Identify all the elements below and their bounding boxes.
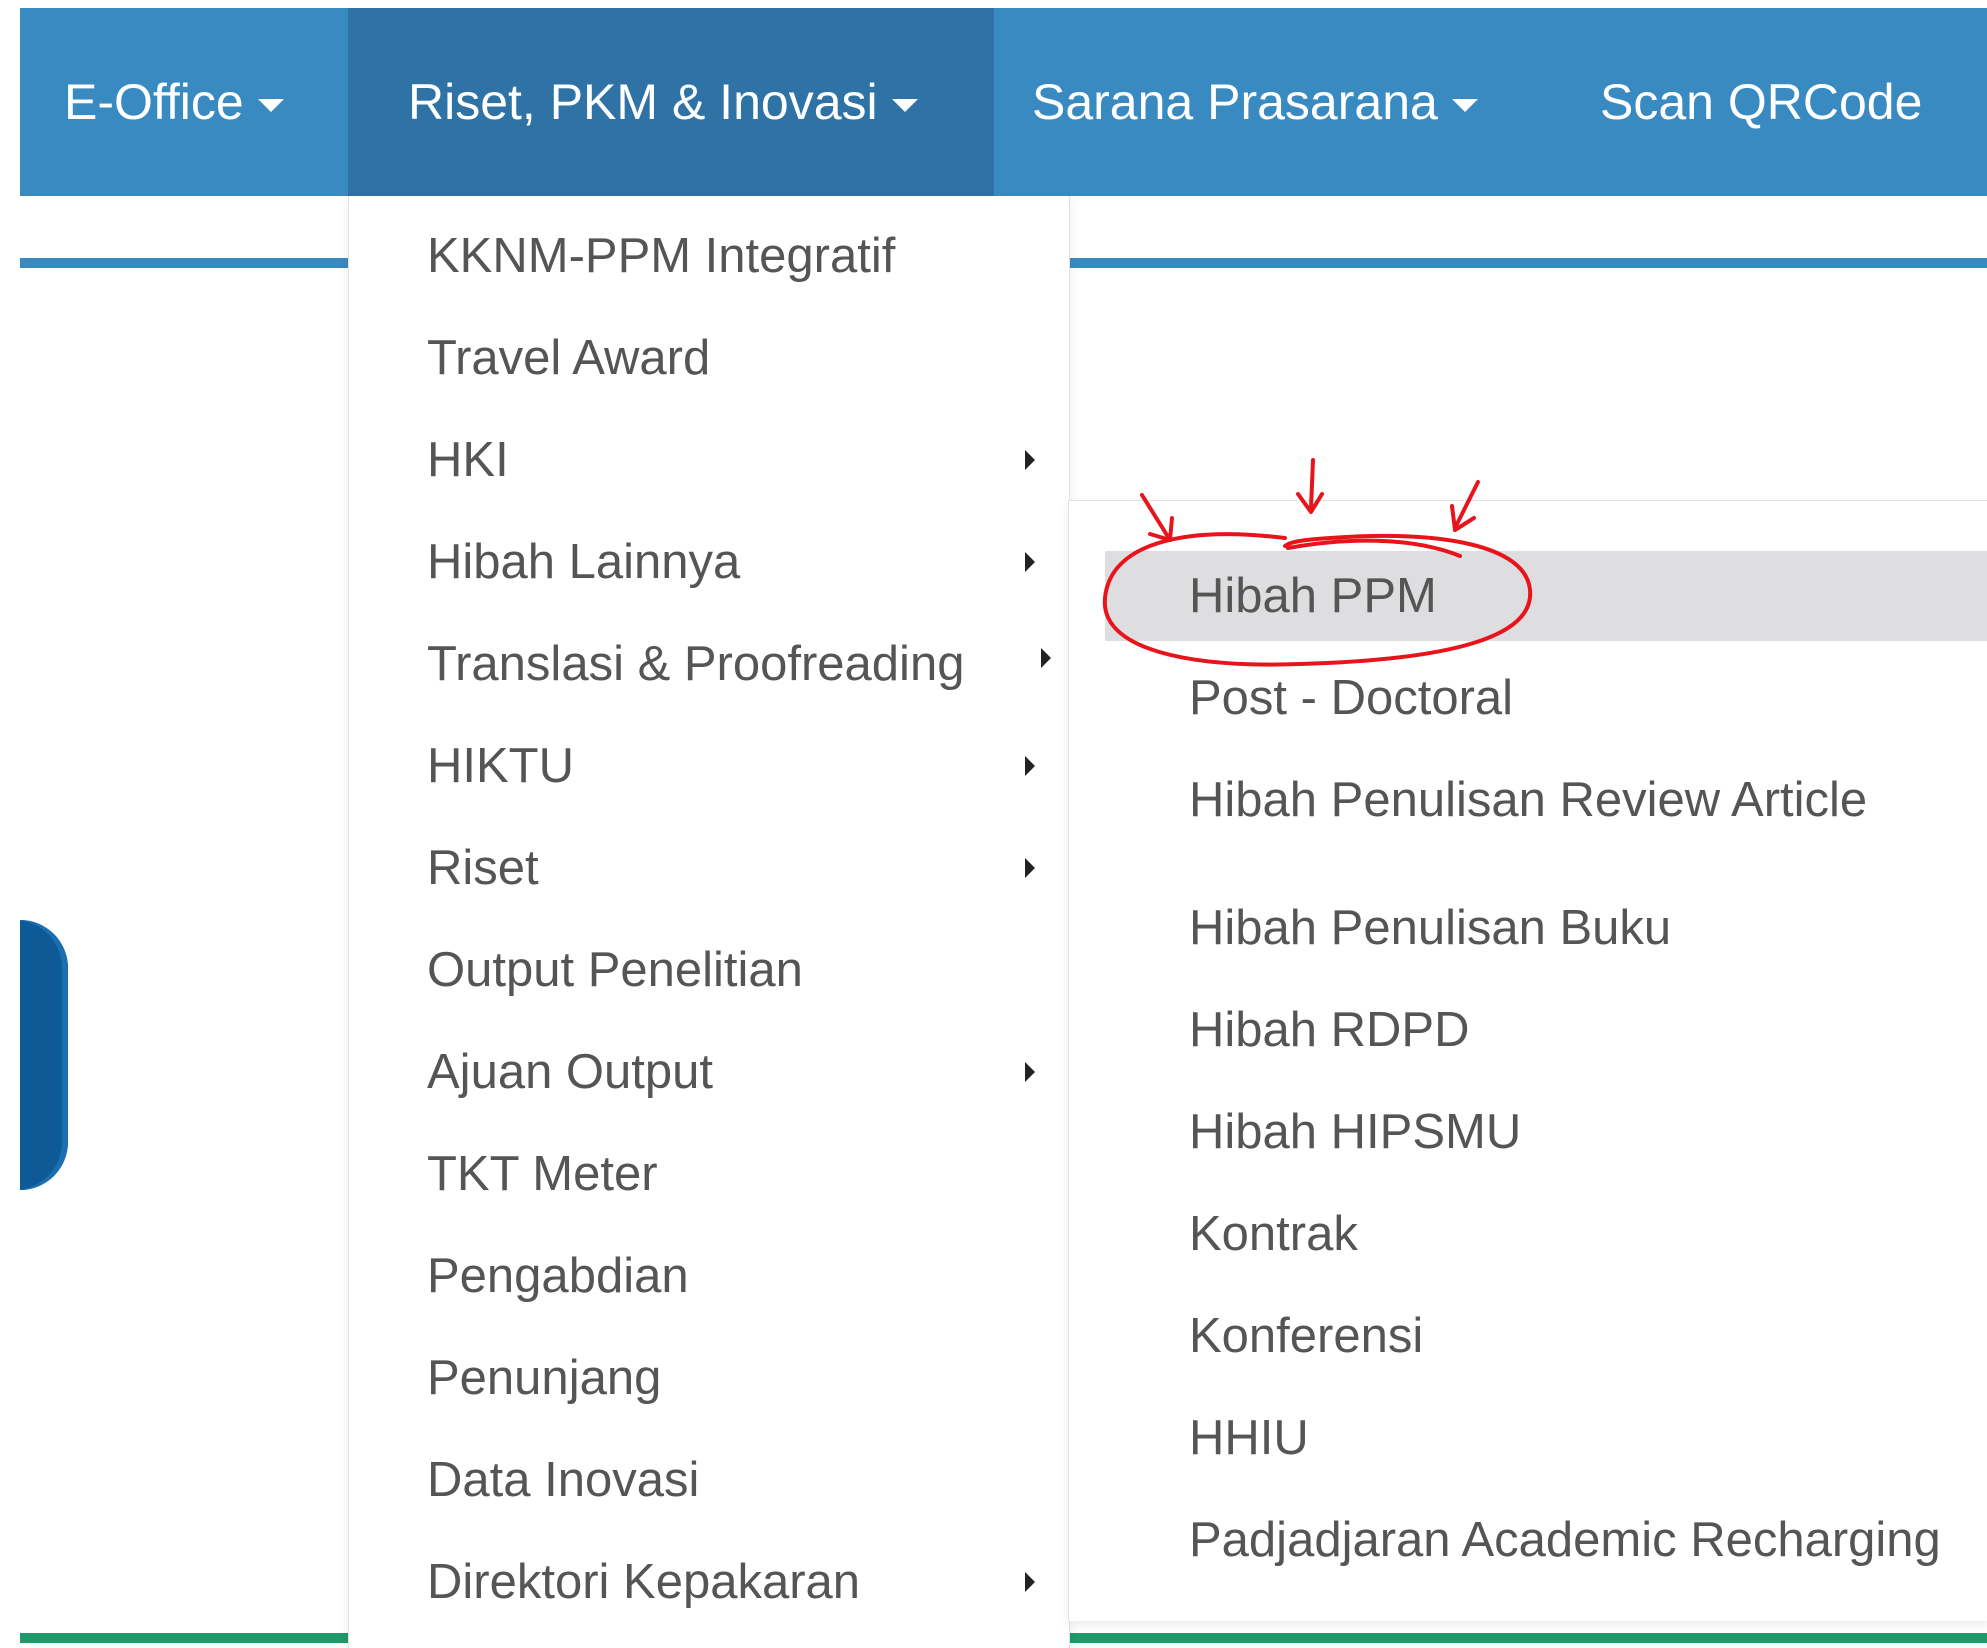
menu-item-label: Riset	[427, 841, 539, 895]
dropdown-riset-menu: KKNM-PPM Integratif Travel Award HKI Hib…	[348, 196, 1070, 1648]
submenu-item-kontrak[interactable]: Kontrak	[1069, 1189, 1987, 1279]
menu-item-output-penelitian[interactable]: Output Penelitian	[349, 924, 1069, 1016]
caret-right-icon	[1025, 1062, 1035, 1082]
caret-right-icon	[1041, 648, 1051, 668]
menu-item-label: TKT Meter	[427, 1147, 658, 1201]
menu-item-label: Travel Award	[427, 331, 711, 385]
menu-item-label: Output Penelitian	[427, 943, 803, 997]
caret-down-icon	[257, 99, 284, 113]
logo-partial	[20, 920, 68, 1190]
submenu-item-hibah-hipsmu[interactable]: Hibah HIPSMU	[1069, 1087, 1987, 1177]
caret-right-icon	[1025, 756, 1035, 776]
menu-item-hiktu[interactable]: HIKTU	[349, 720, 1069, 812]
caret-down-icon	[1451, 99, 1478, 113]
menu-item-label: Direktori Kepakaran	[427, 1555, 861, 1609]
caret-down-icon	[891, 99, 918, 113]
submenu-item-label: Padjadjaran Academic Recharging	[1189, 1513, 1941, 1567]
submenu-item-hhiu[interactable]: HHIU	[1069, 1393, 1987, 1483]
menu-item-hibah-lainnya[interactable]: Hibah Lainnya	[349, 516, 1069, 608]
submenu-item-hibah-penulisan-review-article[interactable]: Hibah Penulisan Review Article	[1069, 755, 1987, 845]
submenu-item-padjadjaran-academic-recharging[interactable]: Padjadjaran Academic Recharging	[1069, 1495, 1987, 1585]
menu-item-riset[interactable]: Riset	[349, 822, 1069, 914]
submenu-item-konferensi[interactable]: Konferensi	[1069, 1291, 1987, 1381]
submenu-hibah-lainnya: Hibah PPM Post - Doctoral Hibah Penulisa…	[1068, 500, 1987, 1621]
nav-sarana-label: Sarana Prasarana	[1032, 74, 1438, 130]
submenu-item-label: Hibah RDPD	[1189, 1003, 1470, 1057]
menu-item-kknm-ppm-integratif[interactable]: KKNM-PPM Integratif	[349, 210, 1069, 302]
submenu-item-hibah-ppm[interactable]: Hibah PPM	[1105, 551, 1987, 641]
submenu-item-label: Konferensi	[1189, 1309, 1424, 1363]
nav-e-office-label: E-Office	[64, 74, 244, 130]
page-divider-right	[1070, 258, 1987, 268]
submenu-item-label: Post - Doctoral	[1189, 671, 1514, 725]
menu-item-ajuan-output[interactable]: Ajuan Output	[349, 1026, 1069, 1118]
menu-item-tkt-meter[interactable]: TKT Meter	[349, 1128, 1069, 1220]
submenu-item-post-doctoral[interactable]: Post - Doctoral	[1069, 653, 1987, 743]
submenu-item-hibah-rdpd[interactable]: Hibah RDPD	[1069, 985, 1987, 1075]
submenu-item-label: Hibah HIPSMU	[1189, 1105, 1522, 1159]
page-divider-left	[20, 258, 348, 268]
page-footer-line-left	[20, 1633, 348, 1643]
submenu-item-label: Hibah PPM	[1189, 569, 1437, 623]
menu-item-travel-award[interactable]: Travel Award	[349, 312, 1069, 404]
menu-item-label: Ajuan Output	[427, 1045, 714, 1099]
caret-right-icon	[1025, 1572, 1035, 1592]
menu-item-direktori-kepakaran[interactable]: Direktori Kepakaran	[349, 1536, 1069, 1628]
menu-item-penunjang[interactable]: Penunjang	[349, 1332, 1069, 1424]
top-navbar: E-Office Riset, PKM & Inovasi Sarana Pra…	[20, 8, 1987, 196]
submenu-item-label: Kontrak	[1189, 1207, 1358, 1261]
caret-right-icon	[1025, 450, 1035, 470]
menu-item-hki[interactable]: HKI	[349, 414, 1069, 506]
submenu-item-label: Hibah Penulisan Review Article	[1189, 773, 1868, 827]
menu-item-label: KKNM-PPM Integratif	[427, 229, 896, 283]
submenu-item-label: HHIU	[1189, 1411, 1309, 1465]
menu-item-label: Hibah Lainnya	[427, 535, 741, 589]
menu-item-label: HKI	[427, 433, 509, 487]
menu-item-data-inovasi[interactable]: Data Inovasi	[349, 1434, 1069, 1526]
nav-riset-label: Riset, PKM & Inovasi	[408, 74, 878, 130]
menu-item-label: Penunjang	[427, 1351, 662, 1405]
menu-item-label: Translasi & Proofreading	[427, 637, 965, 691]
menu-item-label: Data Inovasi	[427, 1453, 700, 1507]
menu-item-label: HIKTU	[427, 739, 574, 793]
nav-scan-label: Scan QRCode	[1600, 74, 1923, 130]
menu-item-label: Pengabdian	[427, 1249, 689, 1303]
caret-right-icon	[1025, 552, 1035, 572]
caret-right-icon	[1025, 858, 1035, 878]
menu-item-translasi-proofreading[interactable]: Translasi & Proofreading	[349, 618, 1069, 710]
nav-sarana-prasarana[interactable]: Sarana Prasarana	[1032, 8, 1478, 196]
submenu-item-label: Hibah Penulisan Buku	[1189, 901, 1672, 955]
submenu-item-hibah-penulisan-buku[interactable]: Hibah Penulisan Buku	[1069, 883, 1987, 973]
nav-riset-pkm-inovasi[interactable]: Riset, PKM & Inovasi	[348, 8, 994, 196]
nav-scan-qrcode[interactable]: Scan QRCode	[1600, 8, 1922, 196]
menu-item-pengabdian[interactable]: Pengabdian	[349, 1230, 1069, 1322]
page-footer-line-right	[1070, 1633, 1987, 1643]
nav-e-office[interactable]: E-Office	[64, 8, 284, 196]
